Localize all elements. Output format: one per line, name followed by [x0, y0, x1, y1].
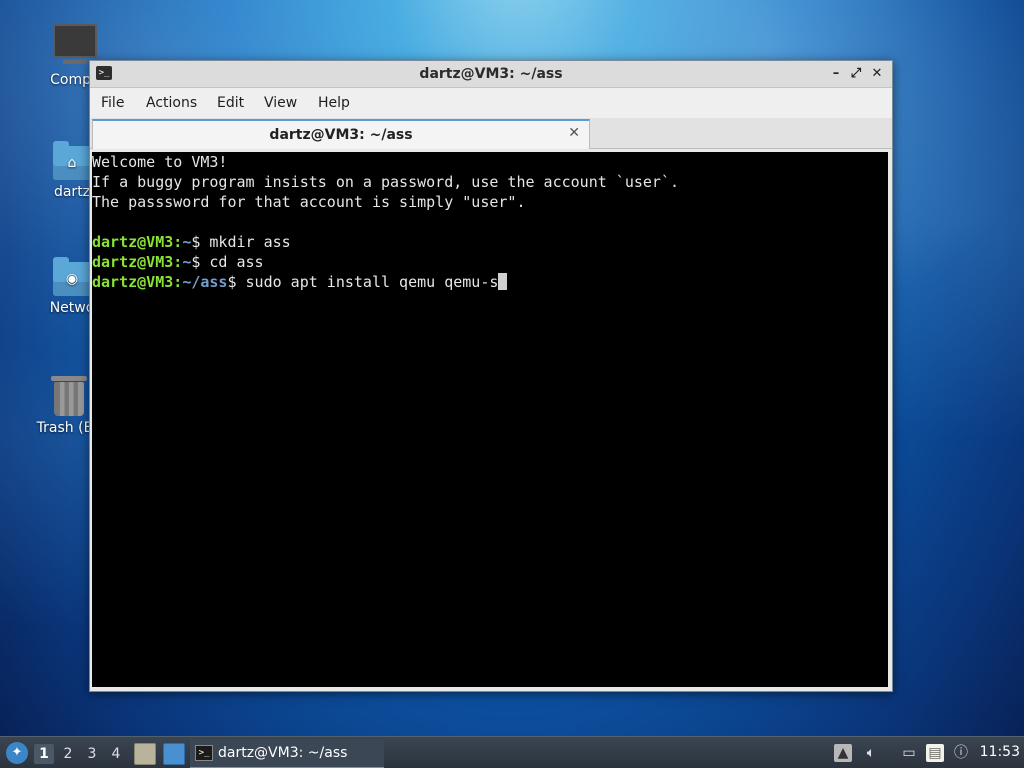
network-icon[interactable]: ▭ — [900, 744, 918, 762]
command-text: mkdir ass — [209, 233, 291, 251]
motd-line: If a buggy program insists on a password… — [92, 173, 679, 191]
terminal-task-icon: >_ — [195, 745, 213, 761]
window-titlebar[interactable]: >_ dartz@VM3: ~/ass – ⤢ ✕ — [90, 61, 892, 88]
prompt-path: ~ — [182, 233, 192, 251]
taskbar: ✦ 1 2 3 4 >_ dartz@VM3: ~/ass ▲ 🔈︎ ▭ ▤ ⓘ… — [0, 736, 1024, 768]
prompt-symbol: $ — [191, 233, 210, 251]
window-title: dartz@VM3: ~/ass — [419, 66, 563, 82]
prompt-path: ~ — [182, 253, 192, 271]
menu-file[interactable]: File — [101, 95, 124, 111]
menubar: File Actions Edit View Help — [90, 88, 892, 118]
notification-icon[interactable]: ⓘ — [952, 744, 970, 762]
prompt-separator: : — [173, 233, 183, 251]
prompt-symbol: $ — [191, 253, 210, 271]
workspace-4[interactable]: 4 — [106, 744, 126, 764]
menu-actions[interactable]: Actions — [146, 95, 197, 111]
workspace-3[interactable]: 3 — [82, 744, 102, 764]
tab-terminal[interactable]: dartz@VM3: ~/ass ✕ — [92, 119, 590, 149]
lxqt-start-icon: ✦ — [11, 745, 23, 760]
tab-label: dartz@VM3: ~/ass — [269, 127, 413, 143]
prompt-user: dartz@VM3 — [92, 273, 174, 291]
menu-view[interactable]: View — [264, 95, 297, 111]
show-desktop-icon[interactable] — [163, 743, 185, 765]
menu-edit[interactable]: Edit — [217, 95, 244, 111]
home-folder-icon: ⌂ — [53, 141, 91, 180]
volume-icon[interactable]: 🔈︎ — [862, 744, 880, 762]
motd-line: Welcome to VM3! — [92, 153, 228, 171]
command-line: dartz@VM3:~$ cd ass — [92, 252, 888, 272]
menu-help[interactable]: Help — [318, 95, 350, 111]
start-menu-button[interactable]: ✦ — [6, 742, 28, 764]
taskbar-task-label: dartz@VM3: ~/ass — [218, 745, 348, 761]
maximize-button[interactable]: ⤢ — [847, 65, 865, 83]
update-notifier-icon[interactable]: ▲ — [834, 744, 852, 762]
prompt-separator: : — [173, 273, 183, 291]
file-manager-icon[interactable] — [134, 743, 156, 765]
close-button[interactable]: ✕ — [868, 65, 886, 83]
motd-line: The passsword for that account is simply… — [92, 193, 526, 211]
prompt-user: dartz@VM3 — [92, 233, 174, 251]
clipboard-icon[interactable]: ▤ — [926, 744, 944, 762]
command-line: dartz@VM3:~$ mkdir ass — [92, 232, 888, 252]
network-folder-icon: ◉ — [53, 257, 91, 296]
clock[interactable]: 11:53 — [980, 744, 1020, 760]
minimize-button[interactable]: – — [827, 65, 845, 83]
workspace-2[interactable]: 2 — [58, 744, 78, 764]
terminal-window: >_ dartz@VM3: ~/ass – ⤢ ✕ File Actions E… — [89, 60, 893, 692]
tab-bar: dartz@VM3: ~/ass ✕ — [90, 118, 892, 149]
terminal-output[interactable]: Welcome to VM3! If a buggy program insis… — [92, 152, 888, 687]
command-text: cd ass — [209, 253, 264, 271]
command-line-current: dartz@VM3:~/ass$ sudo apt install qemu q… — [92, 272, 888, 292]
computer-icon — [53, 24, 97, 64]
trash-icon — [51, 376, 87, 416]
prompt-user: dartz@VM3 — [92, 253, 174, 271]
prompt-separator: : — [173, 253, 183, 271]
prompt-symbol: $ — [227, 273, 246, 291]
taskbar-task-terminal[interactable]: >_ dartz@VM3: ~/ass — [190, 739, 384, 768]
command-input[interactable]: sudo apt install qemu qemu-s — [246, 273, 499, 291]
workspace-1[interactable]: 1 — [34, 744, 54, 764]
text-cursor — [498, 273, 508, 290]
prompt-path: ~/ass — [182, 273, 228, 291]
tab-close-icon[interactable]: ✕ — [568, 125, 580, 141]
